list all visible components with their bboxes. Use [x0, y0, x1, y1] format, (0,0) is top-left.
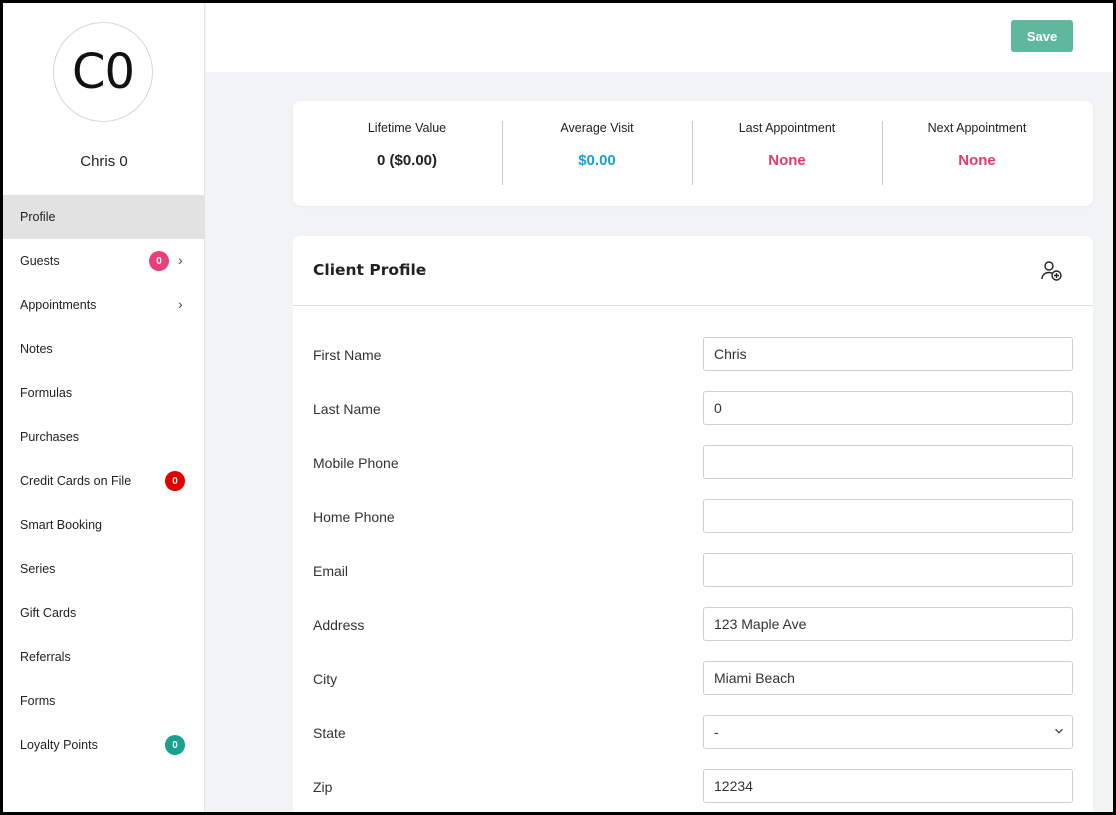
city-input[interactable]	[703, 661, 1073, 695]
address-input[interactable]	[703, 607, 1073, 641]
stat-label: Average Visit	[560, 121, 634, 135]
chevron-right-icon[interactable]: ›	[178, 297, 188, 311]
sidebar-item-label: Series	[20, 562, 56, 576]
sidebar-item-purchases[interactable]: Purchases	[3, 415, 205, 459]
client-profile-card: Client Profile First Name Last Name Mobi…	[293, 236, 1093, 812]
stat-last-appointment: Last Appointment None	[692, 121, 882, 169]
avatar: C0	[53, 22, 153, 122]
sidebar-item-label: Gift Cards	[20, 606, 77, 620]
profile-header: Client Profile	[293, 236, 1093, 306]
stat-value: None	[768, 152, 806, 169]
home-phone-input[interactable]	[703, 499, 1073, 533]
sidebar-item-smart-booking[interactable]: Smart Booking	[3, 503, 205, 547]
form-row-home-phone: Home Phone	[293, 499, 1093, 533]
stat-value: $0.00	[578, 152, 616, 169]
save-button[interactable]: Save	[1011, 20, 1073, 52]
address-label: Address	[313, 617, 365, 633]
form-row-zip: Zip	[293, 769, 1093, 803]
sidebar: C0 Chris 0 Profile Guests 0 › Appointmen…	[3, 3, 205, 812]
sidebar-item-label: Referrals	[20, 650, 71, 664]
sidebar-item-loyalty-points[interactable]: Loyalty Points 0	[3, 723, 205, 767]
stat-label: Last Appointment	[738, 121, 836, 135]
state-select[interactable]: -	[703, 715, 1073, 749]
first-name-input[interactable]	[703, 337, 1073, 371]
stat-value: 0 ($0.00)	[376, 152, 438, 169]
email-label: Email	[313, 563, 349, 579]
client-stats-card: Lifetime Value 0 ($0.00) Average Visit $…	[293, 101, 1093, 206]
form-row-mobile-phone: Mobile Phone	[293, 445, 1093, 479]
last-name-label: Last Name	[313, 401, 381, 417]
sidebar-item-guests[interactable]: Guests 0 ›	[3, 239, 205, 283]
city-label: City	[313, 671, 338, 687]
state-label: State	[313, 725, 346, 741]
form-row-email: Email	[293, 553, 1093, 587]
add-user-icon[interactable]	[1040, 259, 1064, 283]
stat-value: None	[958, 152, 996, 169]
app-window: C0 Chris 0 Profile Guests 0 › Appointmen…	[3, 3, 1113, 812]
sidebar-item-label: Purchases	[20, 430, 80, 444]
mobile-phone-label: Mobile Phone	[313, 455, 399, 471]
sidebar-item-label: Smart Booking	[20, 518, 102, 532]
last-name-input[interactable]	[703, 391, 1073, 425]
sidebar-item-label: Notes	[20, 342, 53, 356]
stat-next-appointment: Next Appointment None	[882, 121, 1072, 169]
sidebar-item-notes[interactable]: Notes	[3, 327, 205, 371]
sidebar-item-label: Forms	[20, 694, 56, 708]
sidebar-item-label: Credit Cards on File	[20, 474, 132, 488]
sidebar-item-label: Formulas	[20, 386, 73, 400]
sidebar-item-referrals[interactable]: Referrals	[3, 635, 205, 679]
sidebar-item-label: Profile	[20, 210, 56, 224]
sidebar-item-series[interactable]: Series	[3, 547, 205, 591]
loyalty-points-badge: 0	[165, 735, 185, 755]
sidebar-item-label: Guests	[20, 254, 60, 268]
top-bar: Save	[206, 3, 1113, 72]
sidebar-item-forms[interactable]: Forms	[3, 679, 205, 723]
chevron-right-icon[interactable]: ›	[178, 253, 188, 267]
stat-label: Lifetime Value	[367, 121, 447, 135]
home-phone-label: Home Phone	[313, 509, 395, 525]
sidebar-item-label: Appointments	[20, 298, 97, 312]
email-input[interactable]	[703, 553, 1073, 587]
sidebar-item-credit-cards[interactable]: Credit Cards on File 0	[3, 459, 205, 503]
stat-average-visit: Average Visit $0.00	[502, 121, 692, 169]
sidebar-item-label: Loyalty Points	[20, 738, 98, 752]
profile-title: Client Profile	[313, 261, 427, 279]
sidebar-item-gift-cards[interactable]: Gift Cards	[3, 591, 205, 635]
form-row-last-name: Last Name	[293, 391, 1093, 425]
zip-input[interactable]	[703, 769, 1073, 803]
guests-count-badge: 0	[149, 251, 169, 271]
sidebar-item-appointments[interactable]: Appointments ›	[3, 283, 205, 327]
sidebar-item-profile[interactable]: Profile	[3, 195, 205, 239]
mobile-phone-input[interactable]	[703, 445, 1073, 479]
form-row-city: City	[293, 661, 1093, 695]
form-row-first-name: First Name	[293, 337, 1093, 371]
stat-label: Next Appointment	[927, 121, 1027, 135]
stat-lifetime-value: Lifetime Value 0 ($0.00)	[312, 121, 502, 169]
form-row-state: State -	[293, 715, 1093, 749]
sidebar-item-formulas[interactable]: Formulas	[3, 371, 205, 415]
client-name: Chris 0	[80, 153, 128, 170]
first-name-label: First Name	[313, 347, 382, 363]
form-row-address: Address	[293, 607, 1093, 641]
sidebar-nav: Profile Guests 0 › Appointments › Notes …	[3, 195, 205, 767]
credit-cards-count-badge: 0	[165, 471, 185, 491]
chevron-down-icon[interactable]	[1054, 726, 1064, 736]
zip-label: Zip	[313, 779, 333, 795]
